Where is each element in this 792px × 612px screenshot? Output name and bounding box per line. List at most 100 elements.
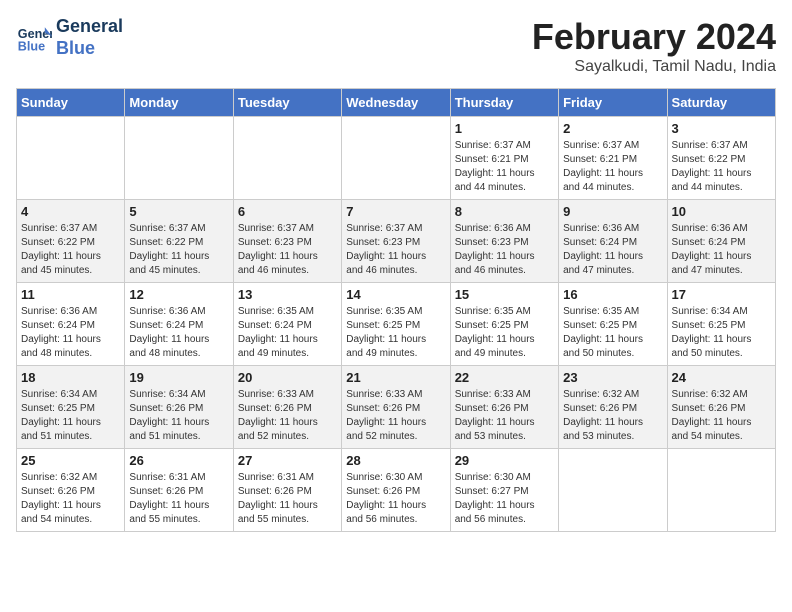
day-number: 23 — [563, 370, 662, 385]
week-row-4: 18 Sunrise: 6:34 AM Sunset: 6:25 PM Dayli… — [17, 366, 776, 449]
calendar-cell: 29 Sunrise: 6:30 AM Sunset: 6:27 PM Dayli… — [450, 449, 558, 532]
calendar-cell — [667, 449, 775, 532]
day-number: 2 — [563, 121, 662, 136]
calendar-cell — [342, 117, 450, 200]
cell-info: Sunrise: 6:30 AM Sunset: 6:27 PM Dayligh… — [455, 471, 554, 527]
cell-info: Sunrise: 6:32 AM Sunset: 6:26 PM Dayligh… — [672, 388, 771, 444]
calendar-table: SundayMondayTuesdayWednesdayThursdayFrid… — [16, 88, 776, 532]
calendar-cell: 22 Sunrise: 6:33 AM Sunset: 6:26 PM Dayli… — [450, 366, 558, 449]
day-number: 29 — [455, 453, 554, 468]
calendar-cell: 4 Sunrise: 6:37 AM Sunset: 6:22 PM Daylig… — [17, 200, 125, 283]
day-number: 15 — [455, 287, 554, 302]
day-number: 10 — [672, 204, 771, 219]
calendar-cell: 8Sunrise: 6:36 AM Sunset: 6:23 PM Daylig… — [450, 200, 558, 283]
week-row-3: 11 Sunrise: 6:36 AM Sunset: 6:24 PM Dayli… — [17, 283, 776, 366]
day-number: 17 — [672, 287, 771, 302]
day-number: 18 — [21, 370, 120, 385]
header-row: SundayMondayTuesdayWednesdayThursdayFrid… — [17, 89, 776, 117]
cell-info: Sunrise: 6:36 AM Sunset: 6:24 PM Dayligh… — [563, 222, 662, 278]
day-number: 7 — [346, 204, 445, 219]
location-title: Sayalkudi, Tamil Nadu, India — [532, 58, 776, 76]
calendar-cell: 23Sunrise: 6:32 AM Sunset: 6:26 PM Dayli… — [559, 366, 667, 449]
calendar-cell: 26Sunrise: 6:31 AM Sunset: 6:26 PM Dayli… — [125, 449, 233, 532]
day-number: 1 — [455, 121, 554, 136]
day-number: 16 — [563, 287, 662, 302]
calendar-cell: 11Sunrise: 6:36 AM Sunset: 6:24 PM Dayli… — [17, 283, 125, 366]
calendar-cell: 1Sunrise: 6:37 AM Sunset: 6:21 PM Daylig… — [450, 117, 558, 200]
day-number: 14 — [346, 287, 445, 302]
cell-info: Sunrise: 6:37 AM Sunset: 6:22 PM Dayligh… — [672, 139, 771, 195]
logo-general: General — [56, 16, 123, 38]
day-number: 5 — [129, 204, 228, 219]
cell-info: Sunrise: 6:36 AM Sunset: 6:24 PM Dayligh… — [672, 222, 771, 278]
day-number: 21 — [346, 370, 445, 385]
calendar-cell: 19 Sunrise: 6:34 AM Sunset: 6:26 PM Dayli… — [125, 366, 233, 449]
day-number: 12 — [129, 287, 228, 302]
calendar-cell: 20Sunrise: 6:33 AM Sunset: 6:26 PM Dayli… — [233, 366, 341, 449]
week-row-2: 4 Sunrise: 6:37 AM Sunset: 6:22 PM Daylig… — [17, 200, 776, 283]
cell-info: Sunrise: 6:33 AM Sunset: 6:26 PM Dayligh… — [346, 388, 445, 444]
calendar-cell: 21 Sunrise: 6:33 AM Sunset: 6:26 PM Dayli… — [342, 366, 450, 449]
cell-info: Sunrise: 6:35 AM Sunset: 6:24 PM Dayligh… — [238, 305, 337, 361]
title-area: February 2024 Sayalkudi, Tamil Nadu, Ind… — [532, 16, 776, 76]
calendar-cell: 28 Sunrise: 6:30 AM Sunset: 6:26 PM Dayli… — [342, 449, 450, 532]
cell-info: Sunrise: 6:34 AM Sunset: 6:26 PM Dayligh… — [129, 388, 228, 444]
cell-info: Sunrise: 6:31 AM Sunset: 6:26 PM Dayligh… — [238, 471, 337, 527]
day-number: 24 — [672, 370, 771, 385]
day-number: 19 — [129, 370, 228, 385]
day-number: 25 — [21, 453, 120, 468]
calendar-cell: 14 Sunrise: 6:35 AM Sunset: 6:25 PM Dayli… — [342, 283, 450, 366]
cell-info: Sunrise: 6:37 AM Sunset: 6:23 PM Dayligh… — [238, 222, 337, 278]
calendar-cell: 17 Sunrise: 6:34 AM Sunset: 6:25 PM Dayli… — [667, 283, 775, 366]
cell-info: Sunrise: 6:37 AM Sunset: 6:23 PM Dayligh… — [346, 222, 445, 278]
cell-info: Sunrise: 6:33 AM Sunset: 6:26 PM Dayligh… — [455, 388, 554, 444]
day-number: 8 — [455, 204, 554, 219]
calendar-cell: 5 Sunrise: 6:37 AM Sunset: 6:22 PM Daylig… — [125, 200, 233, 283]
calendar-cell: 3 Sunrise: 6:37 AM Sunset: 6:22 PM Daylig… — [667, 117, 775, 200]
col-header-sunday: Sunday — [17, 89, 125, 117]
calendar-cell: 15Sunrise: 6:35 AM Sunset: 6:25 PM Dayli… — [450, 283, 558, 366]
day-number: 4 — [21, 204, 120, 219]
col-header-tuesday: Tuesday — [233, 89, 341, 117]
calendar-cell: 6 Sunrise: 6:37 AM Sunset: 6:23 PM Daylig… — [233, 200, 341, 283]
calendar-cell: 16 Sunrise: 6:35 AM Sunset: 6:25 PM Dayli… — [559, 283, 667, 366]
month-title: February 2024 — [532, 16, 776, 58]
day-number: 27 — [238, 453, 337, 468]
cell-info: Sunrise: 6:32 AM Sunset: 6:26 PM Dayligh… — [21, 471, 120, 527]
logo-blue: Blue — [56, 38, 123, 60]
day-number: 28 — [346, 453, 445, 468]
calendar-cell: 13 Sunrise: 6:35 AM Sunset: 6:24 PM Dayli… — [233, 283, 341, 366]
col-header-monday: Monday — [125, 89, 233, 117]
day-number: 11 — [21, 287, 120, 302]
calendar-cell: 9 Sunrise: 6:36 AM Sunset: 6:24 PM Daylig… — [559, 200, 667, 283]
cell-info: Sunrise: 6:35 AM Sunset: 6:25 PM Dayligh… — [563, 305, 662, 361]
logo: General Blue General Blue — [16, 16, 123, 59]
day-number: 13 — [238, 287, 337, 302]
day-number: 9 — [563, 204, 662, 219]
cell-info: Sunrise: 6:37 AM Sunset: 6:22 PM Dayligh… — [21, 222, 120, 278]
cell-info: Sunrise: 6:31 AM Sunset: 6:26 PM Dayligh… — [129, 471, 228, 527]
cell-info: Sunrise: 6:37 AM Sunset: 6:21 PM Dayligh… — [563, 139, 662, 195]
cell-info: Sunrise: 6:34 AM Sunset: 6:25 PM Dayligh… — [21, 388, 120, 444]
col-header-saturday: Saturday — [667, 89, 775, 117]
cell-info: Sunrise: 6:37 AM Sunset: 6:22 PM Dayligh… — [129, 222, 228, 278]
cell-info: Sunrise: 6:34 AM Sunset: 6:25 PM Dayligh… — [672, 305, 771, 361]
cell-info: Sunrise: 6:35 AM Sunset: 6:25 PM Dayligh… — [346, 305, 445, 361]
week-row-1: 1 Sunrise: 6:37 AM Sunset: 6:21 PM Daylig… — [17, 117, 776, 200]
cell-info: Sunrise: 6:36 AM Sunset: 6:24 PM Dayligh… — [129, 305, 228, 361]
calendar-cell — [233, 117, 341, 200]
day-number: 22 — [455, 370, 554, 385]
calendar-cell: 27 Sunrise: 6:31 AM Sunset: 6:26 PM Dayli… — [233, 449, 341, 532]
general-blue-logo-icon: General Blue — [16, 20, 52, 56]
calendar-cell — [559, 449, 667, 532]
calendar-cell: 7 Sunrise: 6:37 AM Sunset: 6:23 PM Daylig… — [342, 200, 450, 283]
day-number: 6 — [238, 204, 337, 219]
day-number: 3 — [672, 121, 771, 136]
calendar-cell: 18 Sunrise: 6:34 AM Sunset: 6:25 PM Dayli… — [17, 366, 125, 449]
calendar-cell: 12 Sunrise: 6:36 AM Sunset: 6:24 PM Dayli… — [125, 283, 233, 366]
cell-info: Sunrise: 6:30 AM Sunset: 6:26 PM Dayligh… — [346, 471, 445, 527]
col-header-friday: Friday — [559, 89, 667, 117]
svg-text:Blue: Blue — [18, 39, 45, 53]
calendar-cell — [125, 117, 233, 200]
calendar-cell: 25 Sunrise: 6:32 AM Sunset: 6:26 PM Dayli… — [17, 449, 125, 532]
